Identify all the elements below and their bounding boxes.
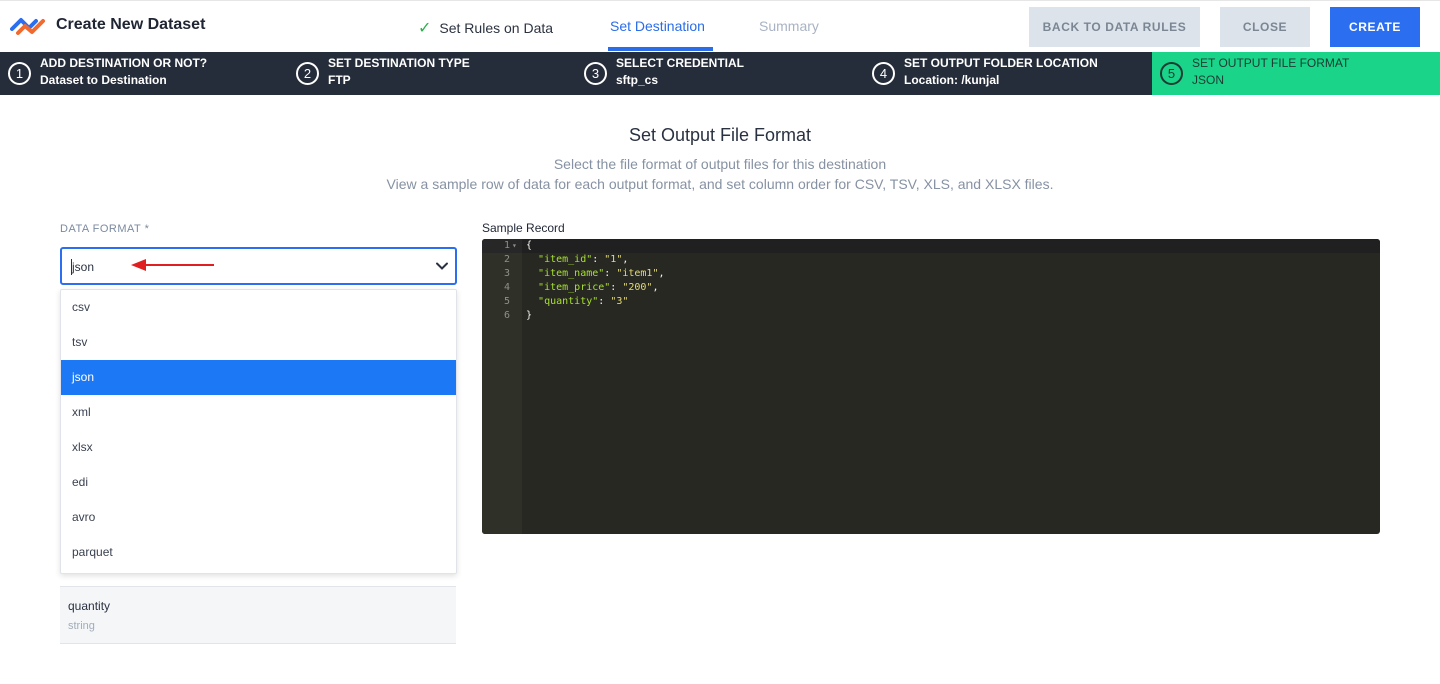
back-to-data-rules-button[interactable]: BACK TO DATA RULES [1029,7,1200,47]
step-4[interactable]: 4 SET OUTPUT FOLDER LOCATION Location: /… [864,52,1152,95]
create-button[interactable]: CREATE [1330,7,1420,47]
step-title: ADD DESTINATION OR NOT? [40,56,208,70]
step-5[interactable]: 5 SET OUTPUT FILE FORMAT JSON [1152,52,1440,95]
chevron-down-icon[interactable] [435,259,449,273]
json-value: "1" [604,254,623,265]
code-line: "quantity": "3" [538,296,629,307]
data-format-select[interactable]: json [60,247,457,285]
dropdown-option-avro[interactable]: avro [61,500,456,535]
step-value: Dataset to Destination [40,73,167,87]
code-line: { [526,240,533,251]
step-number: 3 [584,62,607,85]
step-1[interactable]: 1 ADD DESTINATION OR NOT? Dataset to Des… [0,52,288,95]
page-title: Set Output File Format [628,125,812,145]
json-key: "item_id" [538,254,593,265]
list-item[interactable]: quantity string [60,586,456,644]
fold-arrow-icon[interactable]: ▾ [512,239,517,253]
code-line: "item_price": "200", [538,282,659,293]
step-value: FTP [328,73,351,87]
line-number: 3 [503,268,510,279]
dropdown-option-csv[interactable]: csv [61,290,456,325]
line-number: 4 [503,282,510,293]
data-format-dropdown: csv tsv json xml xlsx edi avro parquet [60,289,457,574]
sample-record-editor[interactable]: ▾ 1 2 3 4 5 6 { "item_id": "1", "item_na… [482,239,1380,534]
json-value: "3" [610,296,629,307]
code-line: "item_name": "item1", [538,268,665,279]
step-title: SET OUTPUT FILE FORMAT [1192,56,1350,70]
json-punct: , [622,254,629,265]
top-bar: Create New Dataset ✓ Set Rules on Data Se… [0,0,1440,52]
code-line: } [526,310,533,321]
json-key: "quantity" [538,296,599,307]
dropdown-option-tsv[interactable]: tsv [61,325,456,360]
step-number: 2 [296,62,319,85]
red-arrow-annotation-icon [131,259,214,271]
close-button[interactable]: CLOSE [1220,7,1310,47]
page-description: Select the file format of output files f… [553,156,887,172]
active-line-highlight [522,239,1380,253]
step-2[interactable]: 2 SET DESTINATION TYPE FTP [288,52,576,95]
tab-summary[interactable]: Summary [759,18,819,34]
data-format-value: json [72,260,95,274]
dropdown-option-xml[interactable]: xml [61,395,456,430]
dropdown-option-parquet[interactable]: parquet [61,535,456,570]
step-value: sftp_cs [616,73,659,87]
checkmark-icon: ✓ [418,20,432,37]
tab-set-destination[interactable]: Set Destination [610,18,705,34]
json-punct: , [658,268,665,279]
step-number: 5 [1160,62,1183,85]
dropdown-option-xlsx[interactable]: xlsx [61,430,456,465]
dropdown-option-json[interactable]: json [61,360,456,395]
step-value: JSON [1192,73,1225,87]
page-description-secondary: View a sample row of data for each outpu… [386,176,1054,192]
step-title: SET DESTINATION TYPE [328,56,470,70]
column-type: string [68,620,95,632]
line-number: 6 [503,310,510,321]
active-tab-indicator [608,47,713,51]
tab-label: Set Rules on Data [439,20,554,36]
step-number: 1 [8,62,31,85]
code-line: "item_id": "1", [538,254,629,265]
line-number: 1 [503,240,510,251]
json-value: "item1" [616,268,659,279]
column-name: quantity [68,599,111,613]
sample-record-label: Sample Record [482,221,565,235]
app-logo-icon [10,18,45,35]
tab-set-rules[interactable]: ✓ Set Rules on Data [418,18,553,38]
data-format-label: DATA FORMAT * [60,223,150,235]
step-value: Location: /kunjal [904,73,1000,87]
step-title: SELECT CREDENTIAL [616,56,745,70]
step-3[interactable]: 3 SELECT CREDENTIAL sftp_cs [576,52,864,95]
line-number: 2 [503,254,510,265]
json-punct: , [652,282,659,293]
step-title: SET OUTPUT FOLDER LOCATION [904,56,1098,70]
json-key: "item_price" [538,282,611,293]
json-key: "item_name" [538,268,605,279]
json-value: "200" [622,282,653,293]
dropdown-option-edi[interactable]: edi [61,465,456,500]
step-number: 4 [872,62,895,85]
app-title: Create New Dataset [56,16,206,33]
line-number: 5 [503,296,510,307]
step-progress-bar: 1 ADD DESTINATION OR NOT? Dataset to Des… [0,52,1440,95]
